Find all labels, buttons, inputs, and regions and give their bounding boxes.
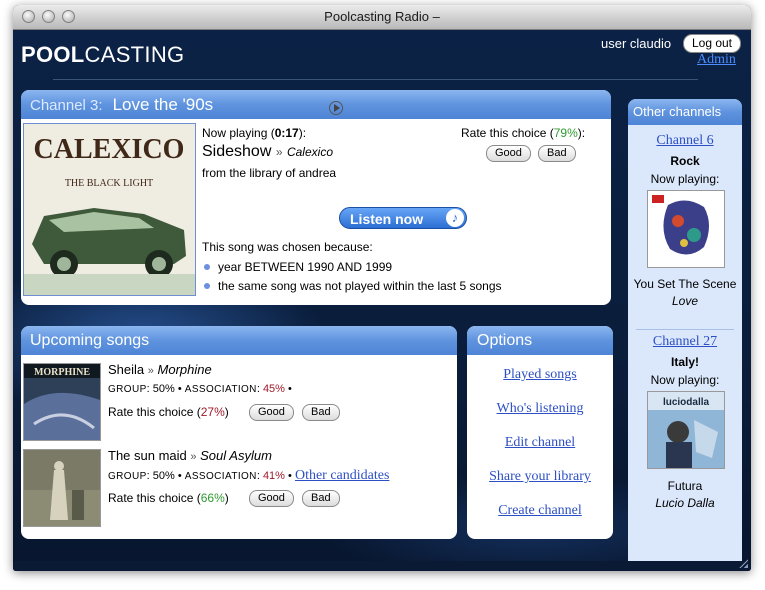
channel-6-song: You Set The Scene — [633, 277, 737, 291]
upcoming-song-1: Sheila » Morphine — [108, 362, 212, 377]
lucio-dalla-cover-art: luciodalla — [648, 392, 724, 468]
calexico-cover-art: CALEXICO THE BLACK LIGHT — [24, 124, 195, 295]
bottom-bar — [13, 561, 751, 571]
options-panel: Options Played songs Who's listening Edi… — [467, 326, 613, 539]
other-channels-title: Other channels — [633, 104, 722, 119]
reason-item: year BETWEEN 1990 AND 1999 — [204, 260, 392, 274]
other-channels-sidebar: Other channels Channel 6 Rock Now playin… — [628, 99, 742, 569]
song-artist: Morphine — [157, 362, 212, 377]
song-title: Sheila — [108, 362, 145, 377]
sun-maid-album-cover — [23, 449, 101, 527]
reason-item: the same song was not played within the … — [204, 279, 502, 293]
channel-6-name: Rock — [670, 154, 700, 168]
upcoming-song-2: The sun maid » Soul Asylum — [108, 448, 272, 463]
channel-27-artist: Lucio Dalla — [655, 496, 715, 510]
song-2-bad-button[interactable]: Bad — [302, 490, 340, 507]
edit-channel-link[interactable]: Edit channel — [467, 435, 613, 451]
other-channels-header: Other channels — [628, 99, 742, 125]
channel-number: Channel 3: — [30, 97, 103, 114]
song-artist: Soul Asylum — [200, 448, 272, 463]
channel-27-song: Futura — [667, 479, 703, 493]
app-content: POOLCASTING user claudio Log out Admin C… — [13, 30, 751, 571]
header-divider — [53, 79, 698, 80]
title-bar: Poolcasting Radio – — [13, 5, 751, 30]
upcoming-song-2-stats: GROUP: 50% • ASSOCIATION: 41% • Other ca… — [108, 468, 390, 483]
channel-27-link[interactable]: Channel 27 — [628, 334, 742, 350]
upcoming-title: Upcoming songs — [30, 332, 150, 349]
upcoming-song-1-rate: Rate this choice (27%) — [108, 405, 229, 419]
music-note-icon: ♪ — [446, 209, 464, 227]
channel-6-now-playing: Now playing: — [650, 172, 720, 186]
upcoming-songs-panel: Upcoming songs MORPHINE Sheila » Morphin… — [21, 326, 457, 539]
whos-listening-link[interactable]: Who's listening — [467, 401, 613, 417]
options-header: Options — [467, 326, 613, 355]
current-album-cover: CALEXICO THE BLACK LIGHT — [23, 123, 196, 296]
channel-27-name: Italy! — [670, 355, 699, 369]
morphine-cover-art: MORPHINE — [24, 364, 100, 440]
app-window: Poolcasting Radio – POOLCASTING user cla… — [13, 5, 751, 571]
svg-text:CALEXICO: CALEXICO — [34, 134, 185, 165]
svg-text:MORPHINE: MORPHINE — [34, 367, 90, 378]
svg-text:luciodalla: luciodalla — [663, 397, 710, 408]
upcoming-song-2-rate: Rate this choice (66%) — [108, 491, 229, 505]
channel-27-now-playing: Now playing: — [650, 373, 720, 387]
rate-good-button[interactable]: Good — [486, 145, 531, 162]
song-2-good-button[interactable]: Good — [249, 490, 294, 507]
song-1-good-button[interactable]: Good — [249, 404, 294, 421]
channel-name: Love the '90s — [112, 95, 214, 114]
channel-6-link[interactable]: Channel 6 — [628, 133, 742, 149]
play-icon[interactable] — [329, 101, 343, 115]
song-1-bad-button[interactable]: Bad — [302, 404, 340, 421]
channel-header: Channel 3: Love the '90s — [21, 90, 611, 119]
channel-6-artist: Love — [671, 294, 699, 308]
love-cover-art — [648, 191, 724, 267]
bullet-icon — [204, 264, 210, 270]
rate-current-label: Rate this choice (79%): — [461, 126, 586, 140]
window-title: Poolcasting Radio – — [324, 9, 440, 24]
admin-link[interactable]: Admin — [697, 52, 736, 68]
sheila-album-cover: MORPHINE — [23, 363, 101, 441]
bullet-icon — [204, 283, 210, 289]
channel-title: Channel 3: Love the '90s — [30, 95, 213, 115]
song-title: The sun maid — [108, 448, 187, 463]
sidebar-divider — [636, 329, 734, 330]
current-channel-panel: Channel 3: Love the '90s CALEXICO THE BLA… — [21, 90, 611, 305]
playback-time: 0:17 — [274, 126, 299, 140]
upcoming-song-1-stats: GROUP: 50% • ASSOCIATION: 45% • — [108, 383, 292, 395]
listen-now-button[interactable]: Listen now ♪ — [339, 207, 467, 229]
svg-text:THE BLACK LIGHT: THE BLACK LIGHT — [65, 178, 153, 189]
current-song-title: Sideshow — [202, 143, 272, 160]
soul-asylum-cover-art — [24, 450, 100, 526]
logout-button[interactable]: Log out — [683, 34, 741, 53]
upcoming-header: Upcoming songs — [21, 326, 457, 355]
other-candidates-link[interactable]: Other candidates — [295, 468, 389, 483]
library-source: from the library of andrea — [202, 166, 337, 180]
create-channel-link[interactable]: Create channel — [467, 503, 613, 519]
user-label: user claudio — [601, 36, 672, 51]
reason-title: This song was chosen because: — [202, 240, 373, 254]
channel-6-cover — [647, 190, 725, 268]
logo: POOLCASTING — [21, 42, 185, 67]
current-song: Sideshow » Calexico — [202, 143, 333, 160]
now-playing-label: Now playing (0:17): — [202, 126, 307, 140]
share-library-link[interactable]: Share your library — [467, 469, 613, 485]
played-songs-link[interactable]: Played songs — [467, 367, 613, 383]
current-song-artist: Calexico — [286, 145, 333, 159]
channel-27-cover: luciodalla — [647, 391, 725, 469]
options-title: Options — [477, 332, 533, 349]
rate-bad-button[interactable]: Bad — [538, 145, 576, 162]
resize-grip-icon[interactable] — [739, 559, 748, 568]
